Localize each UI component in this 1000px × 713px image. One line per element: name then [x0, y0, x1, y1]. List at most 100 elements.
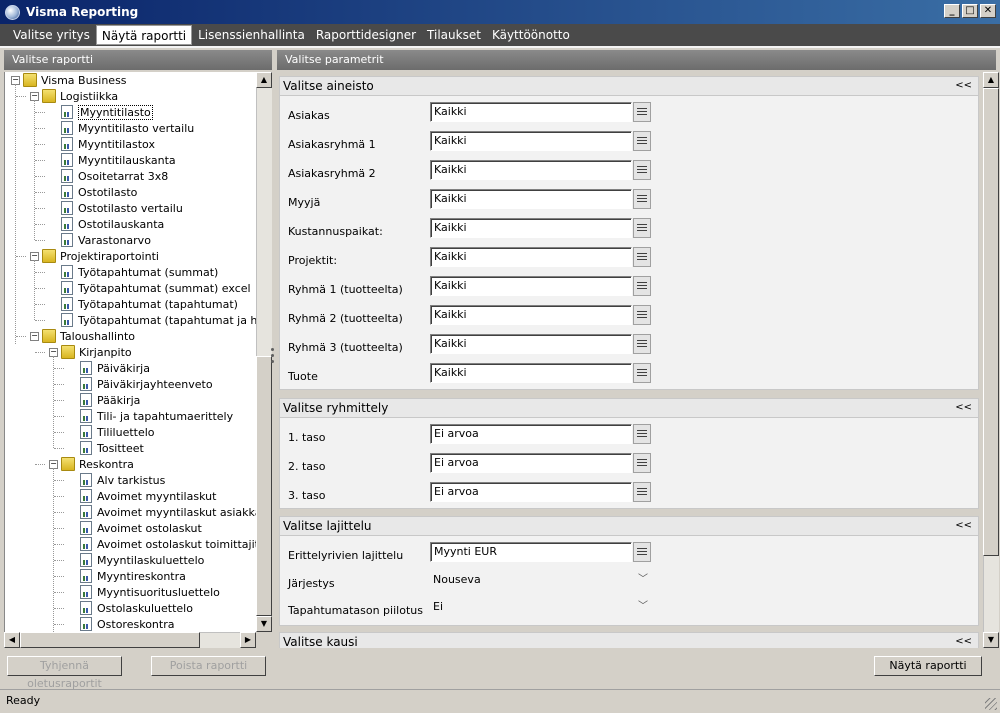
param-input[interactable]: Kaikki [430, 276, 632, 296]
list-picker-icon[interactable] [633, 247, 651, 267]
scroll-up-arrow-icon[interactable]: ▲ [256, 72, 272, 88]
section-material-header[interactable]: Valitse aineisto << [279, 76, 979, 96]
list-picker-icon[interactable] [633, 160, 651, 180]
scroll-right-arrow-icon[interactable]: ▶ [240, 632, 256, 648]
tree-report-item[interactable]: Ostotilasto [61, 184, 137, 200]
tree-report-item[interactable]: Työtapahtumat (tapahtumat) [61, 296, 238, 312]
tree-folder[interactable]: − Visma Business [11, 72, 127, 88]
list-picker-icon[interactable] [633, 218, 651, 238]
tree-report-item[interactable]: Päiväkirja [80, 360, 150, 376]
tree-report-item[interactable]: Pääkirja [80, 392, 140, 408]
tree-report-item[interactable]: Päiväkirjayhteenveto [80, 376, 213, 392]
tree-report-item[interactable]: Myyntitilasto vertailu [61, 120, 194, 136]
detail-sort-input[interactable]: Myynti EUR [430, 542, 632, 562]
list-picker-icon[interactable] [633, 482, 651, 502]
list-picker-icon[interactable] [633, 131, 651, 151]
tree-report-item[interactable]: Työtapahtumat (summat) excel [61, 280, 251, 296]
scroll-down-arrow-icon[interactable]: ▼ [256, 616, 272, 632]
menu-valitse-yritys[interactable]: Valitse yritys [8, 25, 95, 45]
tree-vertical-scrollbar[interactable]: ▲ ▼ [256, 72, 272, 632]
list-picker-icon[interactable] [633, 453, 651, 473]
list-picker-icon[interactable] [633, 363, 651, 383]
tree-folder[interactable]: − Taloushallinto [30, 328, 135, 344]
collapse-icon[interactable]: << [955, 517, 972, 535]
menu-nayta-raportti[interactable]: Näytä raportti [95, 25, 193, 45]
tree-report-item[interactable]: Varastonarvo [61, 232, 151, 248]
tree-report-item[interactable]: Avoimet ostolaskut [80, 520, 202, 536]
report-tree[interactable]: − Visma Business − Logistiikka Myyntitilasto… [4, 72, 256, 632]
tree-folder[interactable]: − Reskontra [49, 456, 134, 472]
section-period-header[interactable]: Valitse kausi << [279, 632, 979, 648]
section-sorting-header[interactable]: Valitse lajittelu << [279, 516, 979, 536]
tree-report-item[interactable]: Myyntisuoritusluettelo [80, 584, 220, 600]
collapse-icon[interactable]: << [955, 399, 972, 417]
list-picker-icon[interactable] [633, 424, 651, 444]
tree-report-item[interactable]: Osoitetarrat 3x8 [61, 168, 168, 184]
tree-folder[interactable]: − Logistiikka [30, 88, 118, 104]
tree-folder[interactable]: − Kirjanpito [49, 344, 132, 360]
list-picker-icon[interactable] [633, 102, 651, 122]
hide-level-select[interactable]: Ei ﹀ [430, 597, 652, 617]
list-picker-icon[interactable] [633, 334, 651, 354]
resize-grip-icon[interactable] [985, 698, 997, 710]
param-input[interactable]: Ei arvoa [430, 424, 632, 444]
param-input[interactable]: Kaikki [430, 160, 632, 180]
tree-report-item[interactable]: Ostotilasto vertailu [61, 200, 183, 216]
order-select[interactable]: Nouseva ﹀ [430, 570, 652, 590]
menu-raporttidesigner[interactable]: Raporttidesigner [311, 25, 421, 45]
clear-default-reports-button[interactable]: Tyhjennä oletusraportit [7, 656, 122, 690]
tree-report-item[interactable]: Avoimet myyntilaskut asiakkaittain [80, 504, 256, 520]
param-input[interactable]: Kaikki [430, 131, 632, 151]
tree-report-item[interactable]: Myyntitilastox [61, 136, 155, 152]
maximize-button[interactable]: □ [962, 4, 978, 18]
param-input[interactable]: Kaikki [430, 102, 632, 122]
parameters-vertical-scrollbar[interactable]: ▲ ▼ [983, 72, 999, 648]
param-input[interactable]: Kaikki [430, 189, 632, 209]
tree-report-item[interactable]: Myyntireskontra [80, 568, 186, 584]
collapse-icon[interactable]: << [955, 77, 972, 95]
param-input[interactable]: Kaikki [430, 247, 632, 267]
section-grouping-header[interactable]: Valitse ryhmittely << [279, 398, 979, 418]
scroll-left-arrow-icon[interactable]: ◀ [4, 632, 20, 648]
param-input[interactable]: Ei arvoa [430, 482, 632, 502]
menu-tilaukset[interactable]: Tilaukset [422, 25, 486, 45]
delete-report-button[interactable]: Poista raportti [151, 656, 266, 676]
menu-kayttoonotto[interactable]: Käyttöönotto [487, 25, 575, 45]
param-input[interactable]: Kaikki [430, 334, 632, 354]
tree-report-item[interactable]: Tositteet [80, 440, 144, 456]
tree-report-item[interactable]: Alv tarkistus [80, 472, 165, 488]
tree-report-item[interactable]: Avoimet ostolaskut toimittajittain [80, 536, 256, 552]
tree-report-item[interactable]: Myyntilaskuluettelo [80, 552, 204, 568]
tree-report-item[interactable]: Ostoreskontra [80, 616, 174, 632]
param-input[interactable]: Ei arvoa [430, 453, 632, 473]
tree-report-item[interactable]: Työtapahtumat (tapahtumat ja hinnat) [61, 312, 256, 328]
parameters-scroll-thumb[interactable] [983, 88, 999, 556]
show-report-button[interactable]: Näytä raportti [874, 656, 982, 676]
pane-splitter[interactable] [271, 348, 275, 368]
collapse-icon[interactable]: << [955, 633, 972, 648]
list-picker-icon[interactable] [633, 276, 651, 296]
scroll-down-arrow-icon[interactable]: ▼ [983, 632, 999, 648]
param-input[interactable]: Kaikki [430, 305, 632, 325]
tree-horizontal-scrollbar[interactable]: ◀ ▶ [4, 632, 256, 648]
list-picker-icon[interactable] [633, 542, 651, 562]
tree-report-item[interactable]: Ostotilauskanta [61, 216, 164, 232]
tree-report-item[interactable]: Myyntitilasto [61, 104, 153, 120]
tree-report-item[interactable]: Tililuettelo [80, 424, 155, 440]
param-input[interactable]: Kaikki [430, 363, 632, 383]
list-picker-icon[interactable] [633, 189, 651, 209]
tree-report-item[interactable]: Ostolaskuluettelo [80, 600, 193, 616]
menu-lisenssienhallinta[interactable]: Lisenssienhallinta [193, 25, 310, 45]
close-button[interactable]: ✕ [980, 4, 996, 18]
tree-folder[interactable]: − Projektiraportointi [30, 248, 159, 264]
scroll-up-arrow-icon[interactable]: ▲ [983, 72, 999, 88]
minimize-button[interactable]: _ [944, 4, 960, 18]
tree-report-item[interactable]: Työtapahtumat (summat) [61, 264, 218, 280]
tree-hscroll-thumb[interactable] [20, 632, 200, 648]
tree-report-item[interactable]: Tili- ja tapahtumaerittely [80, 408, 233, 424]
collapse-node-icon[interactable]: − [30, 331, 39, 341]
tree-scroll-thumb[interactable] [256, 356, 272, 616]
tree-report-item[interactable]: Myyntitilauskanta [61, 152, 176, 168]
list-picker-icon[interactable] [633, 305, 651, 325]
tree-report-item[interactable]: Avoimet myyntilaskut [80, 488, 216, 504]
